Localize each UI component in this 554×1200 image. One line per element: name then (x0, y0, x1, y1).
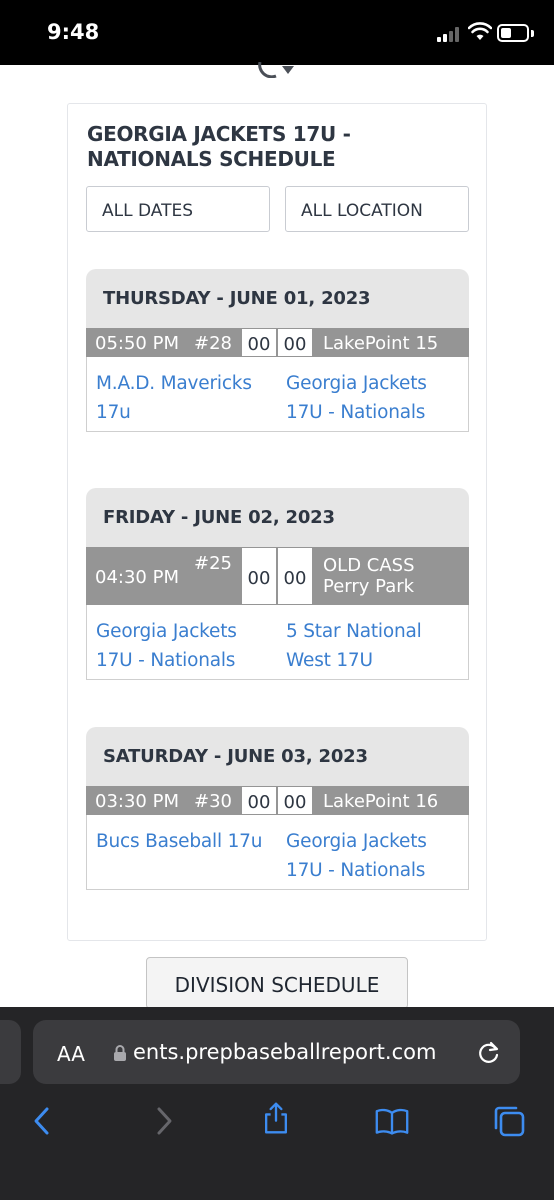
home-team-link[interactable]: Bucs Baseball 17u (96, 827, 266, 856)
game-number: #25 (194, 553, 232, 574)
teams-row: Georgia Jackets 17U - Nationals 5 Star N… (86, 605, 469, 680)
game-bar: 03:30 PM #30 00 00 LakePoint 16 (86, 786, 469, 815)
game-location: OLD CASS Perry Park (323, 555, 415, 597)
back-icon[interactable] (26, 1104, 60, 1138)
home-score: 00 (241, 786, 277, 815)
browser-toolbar: AA ents.prepbaseballreport.com (0, 1007, 554, 1200)
status-bar: 9:48 (0, 0, 554, 65)
day-block: THURSDAY - JUNE 01, 2023 05:50 PM #28 00… (86, 269, 469, 432)
location-line: LakePoint 16 (323, 791, 439, 812)
battery-cap (531, 30, 534, 37)
lock-icon (114, 1045, 126, 1061)
home-team-link[interactable]: Georgia Jackets 17U - Nationals (96, 617, 266, 675)
bookmarks-icon[interactable] (375, 1104, 409, 1138)
home-score: 00 (241, 547, 277, 605)
game-number: #28 (194, 333, 232, 354)
away-score: 00 (277, 786, 313, 815)
dates-filter-select[interactable]: ALL DATES (86, 186, 270, 232)
day-header: SATURDAY - JUNE 03, 2023 (86, 727, 469, 786)
schedule-card: GEORGIA JACKETS 17U - NATIONALS SCHEDULE… (67, 103, 487, 941)
reader-settings-button[interactable]: AA (57, 1042, 85, 1066)
day-block: FRIDAY - JUNE 02, 2023 04:30 PM #25 00 0… (86, 488, 469, 680)
status-time: 9:48 (47, 20, 100, 44)
location-line: OLD CASS (323, 555, 415, 576)
scroll-indicator-icon (258, 62, 294, 78)
tabs-icon[interactable] (492, 1104, 526, 1138)
away-team-link[interactable]: Georgia Jackets 17U - Nationals (286, 369, 456, 427)
teams-row: M.A.D. Mavericks 17u Georgia Jackets 17U… (86, 357, 469, 432)
schedule-title: GEORGIA JACKETS 17U - NATIONALS SCHEDULE (87, 122, 351, 171)
away-team-link[interactable]: 5 Star National West 17U (286, 617, 456, 675)
share-icon[interactable] (259, 1101, 293, 1135)
location-line: LakePoint 15 (323, 333, 439, 354)
away-team-link[interactable]: Georgia Jackets 17U - Nationals (286, 827, 456, 885)
location-filter-select[interactable]: ALL LOCATION (285, 186, 469, 232)
location-line-2: Perry Park (323, 576, 415, 597)
game-bar: 04:30 PM #25 00 00 OLD CASS Perry Park (86, 547, 469, 605)
day-header: FRIDAY - JUNE 02, 2023 (86, 488, 469, 547)
game-location: LakePoint 15 (323, 333, 438, 354)
game-location: LakePoint 16 (323, 791, 438, 812)
wifi-icon (468, 22, 492, 40)
game-time: 03:30 PM (95, 791, 179, 812)
game-time: 05:50 PM (95, 333, 179, 354)
home-score: 00 (241, 328, 277, 357)
home-team-link[interactable]: M.A.D. Mavericks 17u (96, 369, 266, 427)
previous-tab-peek[interactable] (0, 1020, 21, 1084)
forward-icon[interactable] (146, 1104, 180, 1138)
division-schedule-button[interactable]: DIVISION SCHEDULE (146, 957, 408, 1009)
battery-icon (497, 24, 529, 42)
away-score: 00 (277, 547, 313, 605)
url-text[interactable]: ents.prepbaseballreport.com (133, 1040, 463, 1064)
teams-row: Bucs Baseball 17u Georgia Jackets 17U - … (86, 815, 469, 890)
game-bar: 05:50 PM #28 00 00 LakePoint 15 (86, 328, 469, 357)
away-score: 00 (277, 328, 313, 357)
day-block: SATURDAY - JUNE 03, 2023 03:30 PM #30 00… (86, 727, 469, 890)
signal-icon (437, 26, 465, 42)
game-time: 04:30 PM (95, 567, 179, 588)
reload-icon[interactable] (476, 1040, 502, 1066)
game-number: #30 (194, 791, 232, 812)
day-header: THURSDAY - JUNE 01, 2023 (86, 269, 469, 328)
address-bar[interactable]: AA ents.prepbaseballreport.com (33, 1020, 520, 1084)
